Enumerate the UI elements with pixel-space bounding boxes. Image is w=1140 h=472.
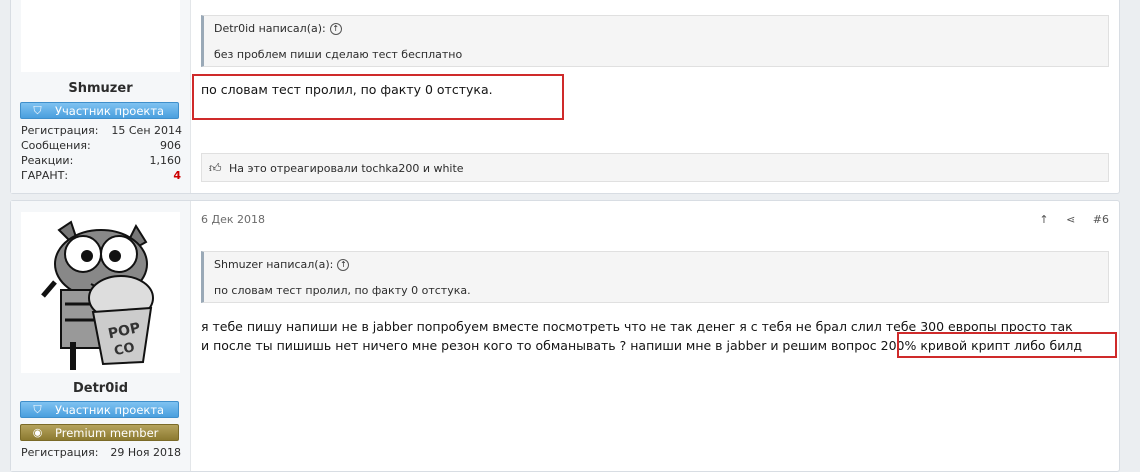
- shield-icon: ⛉: [33, 403, 42, 416]
- user-info-panel: Shmuzer ⛉ Участник проекта Регистрация: …: [11, 0, 191, 193]
- avatar[interactable]: POP CO: [21, 212, 180, 373]
- shield-icon: ⛉: [33, 104, 42, 117]
- quote-block: Detr0id написал(а): ↑ без проблем пиши сд…: [201, 15, 1109, 67]
- badge-label: Участник проекта: [55, 403, 165, 417]
- premium-badge: ◉ Premium member: [20, 424, 179, 441]
- stat-value: 1,160: [149, 154, 182, 167]
- user-title-badge: ⛉ Участник проекта: [20, 102, 179, 119]
- stat-registration: Регистрация: 15 Сен 2014: [21, 123, 182, 138]
- quote-header[interactable]: Shmuzer написал(а): ↑: [214, 258, 350, 271]
- message-line-text: и после ты пишишь нет ничего мне резон к…: [201, 338, 881, 353]
- stat-label: ГАРАНТ:: [21, 169, 69, 182]
- badge-label: Premium member: [55, 426, 159, 440]
- quote-text: без проблем пиши сделаю тест бесплатно: [214, 48, 463, 61]
- quote-header[interactable]: Detr0id написал(а): ↑: [214, 22, 342, 35]
- badge-label: Участник проекта: [55, 104, 165, 118]
- highlight-box: [192, 74, 564, 120]
- stat-label: Сообщения:: [21, 139, 91, 152]
- stat-guarantor: ГАРАНТ: 4: [21, 168, 181, 183]
- stat-label: Регистрация:: [21, 124, 99, 137]
- post-actions: ↑ ⋖ #6: [1025, 213, 1109, 226]
- stat-value: 15 Сен 2014: [111, 124, 182, 137]
- post-date[interactable]: 6 Дек 2018: [201, 213, 265, 226]
- quote-author[interactable]: Detr0id написал(а):: [214, 22, 326, 35]
- arrow-up-icon[interactable]: ↑: [1039, 213, 1048, 226]
- stat-value[interactable]: 906: [160, 138, 181, 153]
- stat-reactions: Реакции: 1,160: [21, 153, 181, 168]
- post: Shmuzer ⛉ Участник проекта Регистрация: …: [10, 0, 1120, 194]
- user-stats: Регистрация: 15 Сен 2014 Сообщения: 906 …: [21, 123, 182, 183]
- post-number[interactable]: #6: [1093, 213, 1109, 226]
- arrow-up-circle-icon[interactable]: ↑: [337, 259, 350, 271]
- user-info-panel: POP CO Detr0id ⛉ Участник проекта ◉ Prem…: [11, 201, 191, 471]
- username[interactable]: Shmuzer: [11, 81, 190, 96]
- stat-label: Реакции:: [21, 154, 74, 167]
- user-title-badge: ⛉ Участник проекта: [20, 401, 179, 418]
- reactions-bar[interactable]: 👍︎ На это отреагировали tochka200 и whit…: [201, 153, 1109, 182]
- thumbs-up-icon: 👍︎: [209, 161, 222, 175]
- cat-popcorn-avatar-icon: POP CO: [41, 220, 154, 370]
- share-icon[interactable]: ⋖: [1066, 213, 1075, 226]
- post: TC POP CO Detr0id: [10, 200, 1120, 472]
- username[interactable]: Detr0id: [11, 381, 190, 396]
- highlight-box: [897, 332, 1117, 358]
- flame-icon: ◉: [32, 426, 43, 439]
- quote-block: Shmuzer написал(а): ↑ по словам тест прол…: [201, 251, 1109, 303]
- avatar[interactable]: [21, 0, 180, 72]
- quote-author[interactable]: Shmuzer написал(а):: [214, 258, 333, 271]
- reactions-text[interactable]: На это отреагировали tochka200 и white: [229, 162, 464, 175]
- stat-value: 4: [173, 169, 181, 182]
- arrow-up-circle-icon[interactable]: ↑: [329, 23, 342, 35]
- stat-messages: Сообщения: 906: [21, 138, 181, 153]
- quote-text: по словам тест пролил, по факту 0 отстук…: [214, 284, 471, 297]
